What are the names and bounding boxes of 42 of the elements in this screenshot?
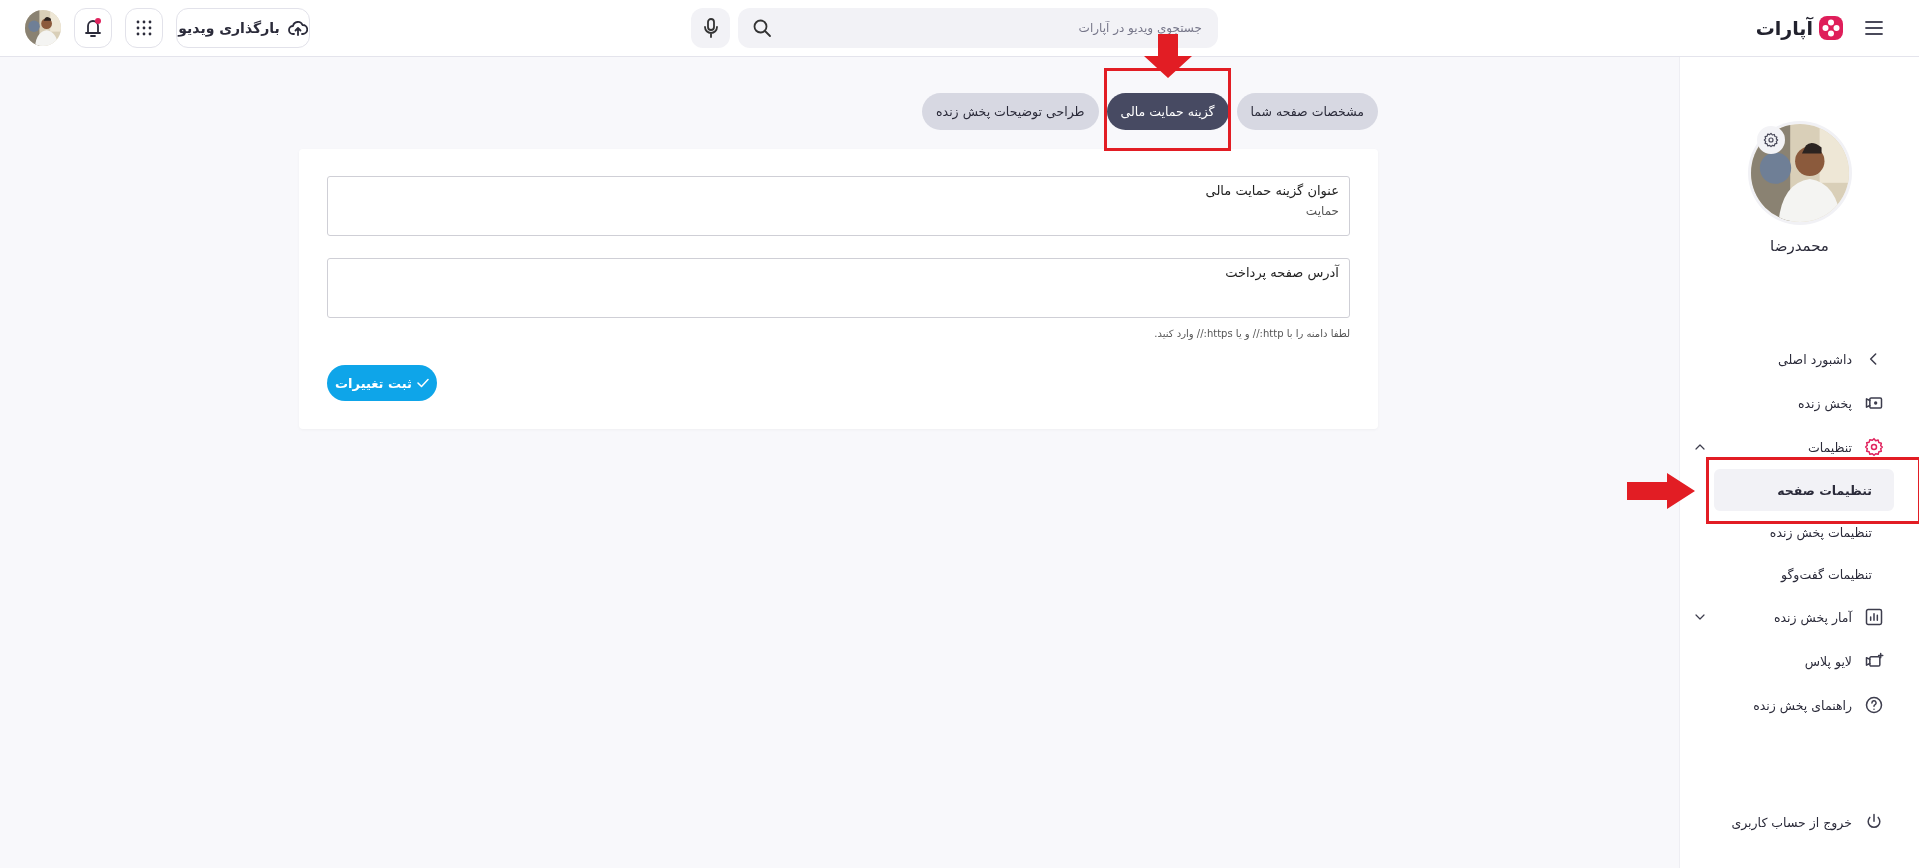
sidebar-item[interactable]: لایو پلاس [1680,639,1884,683]
menu-icon[interactable] [1864,20,1884,36]
search-icon [752,18,772,38]
search-field[interactable]: جستجوی ویدیو در آپارات [772,20,1204,36]
avatar-settings-button[interactable] [1756,126,1785,154]
search-field[interactable]: جستجوی ویدیو در آپارات [738,8,1218,48]
sidebar-subitem[interactable]: تنظیمات پخش زنده [1714,511,1894,553]
logo[interactable]: آپارات [1755,15,1844,41]
input-field[interactable]: آدرس صفحه پرداخت [327,258,1350,318]
sidebar-item[interactable]: راهنمای پخش زنده [1680,683,1884,727]
check-icon [416,378,429,388]
sidebar-item[interactable]: پخش زنده [1680,381,1884,425]
user-name: محمدرضا [1770,237,1829,255]
gear-icon [1762,132,1779,148]
sidebar-item[interactable]: داشبورد اصلی [1680,337,1884,381]
field-label: آدرس صفحه پرداخت [1224,265,1339,280]
microphone-icon [702,18,719,38]
annotation-arrow [1143,34,1192,78]
sidebar-subitem[interactable]: تنظیمات صفحه [1714,469,1894,511]
tab[interactable]: گزینه حمایت مالی [1106,93,1229,130]
upload-button[interactable]: بارگذاری ویدیو [176,8,310,48]
apps-button[interactable] [125,8,163,48]
help-text: لطفا دامنه را با http:// و یا https:// وارد کنید. [1153,328,1350,339]
sidebar-item[interactable]: تنظیمات [1680,425,1884,469]
logout-link[interactable]: خروج از حساب کاربری [1680,800,1919,844]
notifications-button[interactable] [74,8,112,48]
bar-chart-icon [1864,607,1884,627]
grid-icon [135,19,153,37]
tab[interactable]: مشخصات صفحه شما [1236,93,1378,130]
sidebar-item[interactable]: آمار پخش زنده [1680,595,1884,639]
bell-icon [84,18,102,38]
question-icon [1864,695,1884,715]
annotation-arrow [1627,473,1695,509]
logo-icon [1818,15,1844,41]
input-field[interactable]: عنوان گزینه حمایت مالی حمایت [327,176,1350,236]
sidebar-subitem[interactable]: تنظیمات گفت‌وگو [1714,553,1894,595]
microphone-button[interactable] [691,8,730,48]
gear-icon [1864,437,1884,457]
tab[interactable]: طراحی توضیحات پخش زنده [922,93,1099,130]
field-label: عنوان گزینه حمایت مالی [1204,183,1339,198]
upload-cloud-icon [287,20,308,36]
field-value[interactable]: حمایت [338,204,1339,218]
